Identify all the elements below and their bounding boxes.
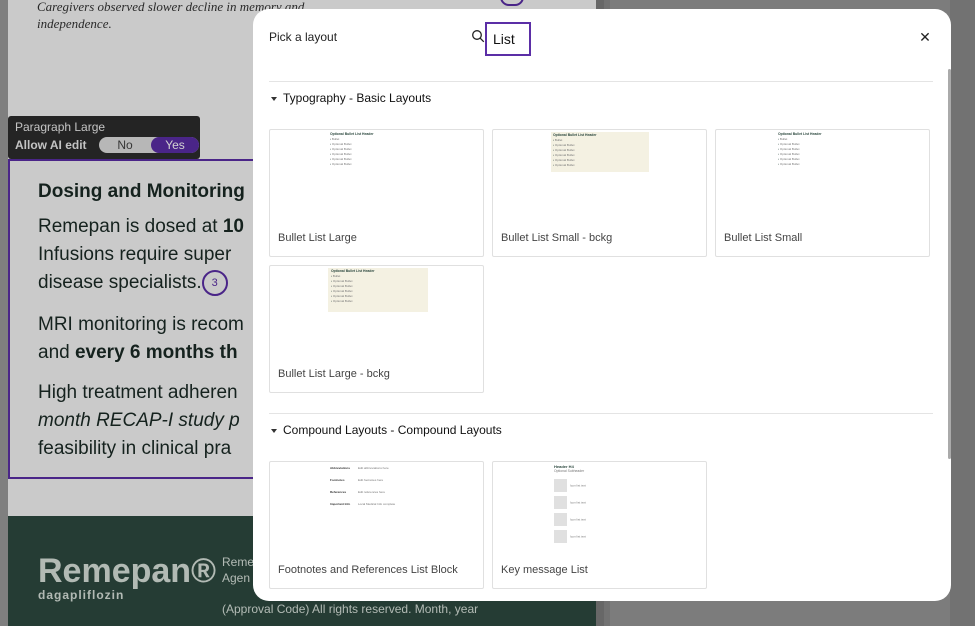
section-header-typography[interactable]: Typography - Basic Layouts [271, 91, 431, 105]
thumb-item: Optional Bullet [331, 299, 425, 304]
layout-card-footnotes-references[interactable]: Abbreviations Edit abbreviations here Foo… [269, 461, 484, 589]
thumb-item: Icon list text [554, 496, 614, 509]
thumb-item-text: Icon list text [570, 500, 586, 505]
layout-card-bullet-list-small[interactable]: Optional Bullet List Header Bullet Optio… [715, 129, 930, 257]
layout-card-label: Bullet List Large - bckg [278, 368, 390, 380]
section-title: Compound Layouts - Compound Layouts [283, 423, 502, 437]
thumb-row-value: Local Medical Info complete [358, 502, 396, 506]
layout-card-label: Key message List [501, 564, 588, 576]
thumb-item: Optional Bullet [778, 162, 848, 167]
search-input[interactable] [487, 24, 529, 54]
chevron-down-icon [271, 96, 277, 101]
icon-placeholder [554, 479, 567, 492]
layout-card-bullet-list-large[interactable]: Optional Bullet List Header Bullet Optio… [269, 129, 484, 257]
layout-thumbnail: Header H4 Optional Subheader Icon list t… [554, 464, 614, 543]
layout-card-bullet-list-small-bckg[interactable]: Optional Bullet List Header Bullet Optio… [492, 129, 707, 257]
thumb-item: Optional Bullet [553, 163, 647, 168]
thumb-row-key: Footnotes [330, 478, 345, 482]
header-divider [269, 81, 933, 82]
layout-card-label: Footnotes and References List Block [278, 564, 458, 576]
modal-title: Pick a layout [269, 30, 338, 44]
close-icon[interactable]: ✕ [917, 29, 933, 45]
thumb-item-text: Icon list text [570, 534, 586, 539]
thumb-row: Important Info Local Medical Info complet… [330, 502, 395, 506]
icon-placeholder [554, 530, 567, 543]
layout-card-label: Bullet List Small - bckg [501, 232, 613, 244]
thumb-row-value: Edit abbreviations here [358, 466, 389, 470]
chevron-down-icon [271, 428, 277, 433]
thumb-subtitle: Optional Subheader [554, 469, 585, 473]
thumb-item: Icon list text [554, 479, 614, 492]
search-field[interactable] [485, 22, 531, 56]
thumb-row: Footnotes Edit footnotes here [330, 478, 383, 482]
thumb-row-key: Important Info [330, 502, 351, 506]
icon-placeholder [554, 513, 567, 526]
thumb-item: Optional Bullet [330, 162, 400, 167]
thumb-row: References Edit references here [330, 490, 385, 494]
icon-placeholder [554, 496, 567, 509]
layout-thumbnail: Optional Bullet List Header Bullet Optio… [551, 132, 649, 172]
thumb-row-key: References [330, 490, 347, 494]
section-header-compound[interactable]: Compound Layouts - Compound Layouts [271, 423, 502, 437]
search-icon [472, 30, 485, 43]
thumb-item-text: Icon list text [570, 517, 586, 522]
thumb-item: Icon list text [554, 530, 614, 543]
layout-thumbnail: Optional Bullet List Header Bullet Optio… [328, 268, 428, 312]
layout-thumbnail: Optional Bullet List Header Bullet Optio… [778, 132, 848, 167]
layout-thumbnail: Optional Bullet List Header Bullet Optio… [330, 132, 400, 167]
section-title: Typography - Basic Layouts [283, 91, 432, 105]
thumb-item-text: Icon list text [570, 483, 586, 488]
thumb-row: Abbreviations Edit abbreviations here [330, 466, 389, 470]
layout-card-label: Bullet List Large [278, 232, 357, 244]
layout-card-key-message-list[interactable]: Header H4 Optional Subheader Icon list t… [492, 461, 707, 589]
modal-scrollbar[interactable] [948, 69, 951, 459]
layout-card-bullet-list-large-bckg[interactable]: Optional Bullet List Header Bullet Optio… [269, 265, 484, 393]
layout-card-label: Bullet List Small [724, 232, 803, 244]
thumb-item: Icon list text [554, 513, 614, 526]
thumb-row-value: Edit footnotes here [358, 478, 384, 482]
section-divider [269, 413, 933, 414]
layout-picker-modal: Pick a layout ✕ Typography - Basic Layou… [253, 9, 951, 601]
thumb-row-value: Edit references here [358, 490, 386, 494]
thumb-row-key: Abbreviations [330, 466, 351, 470]
